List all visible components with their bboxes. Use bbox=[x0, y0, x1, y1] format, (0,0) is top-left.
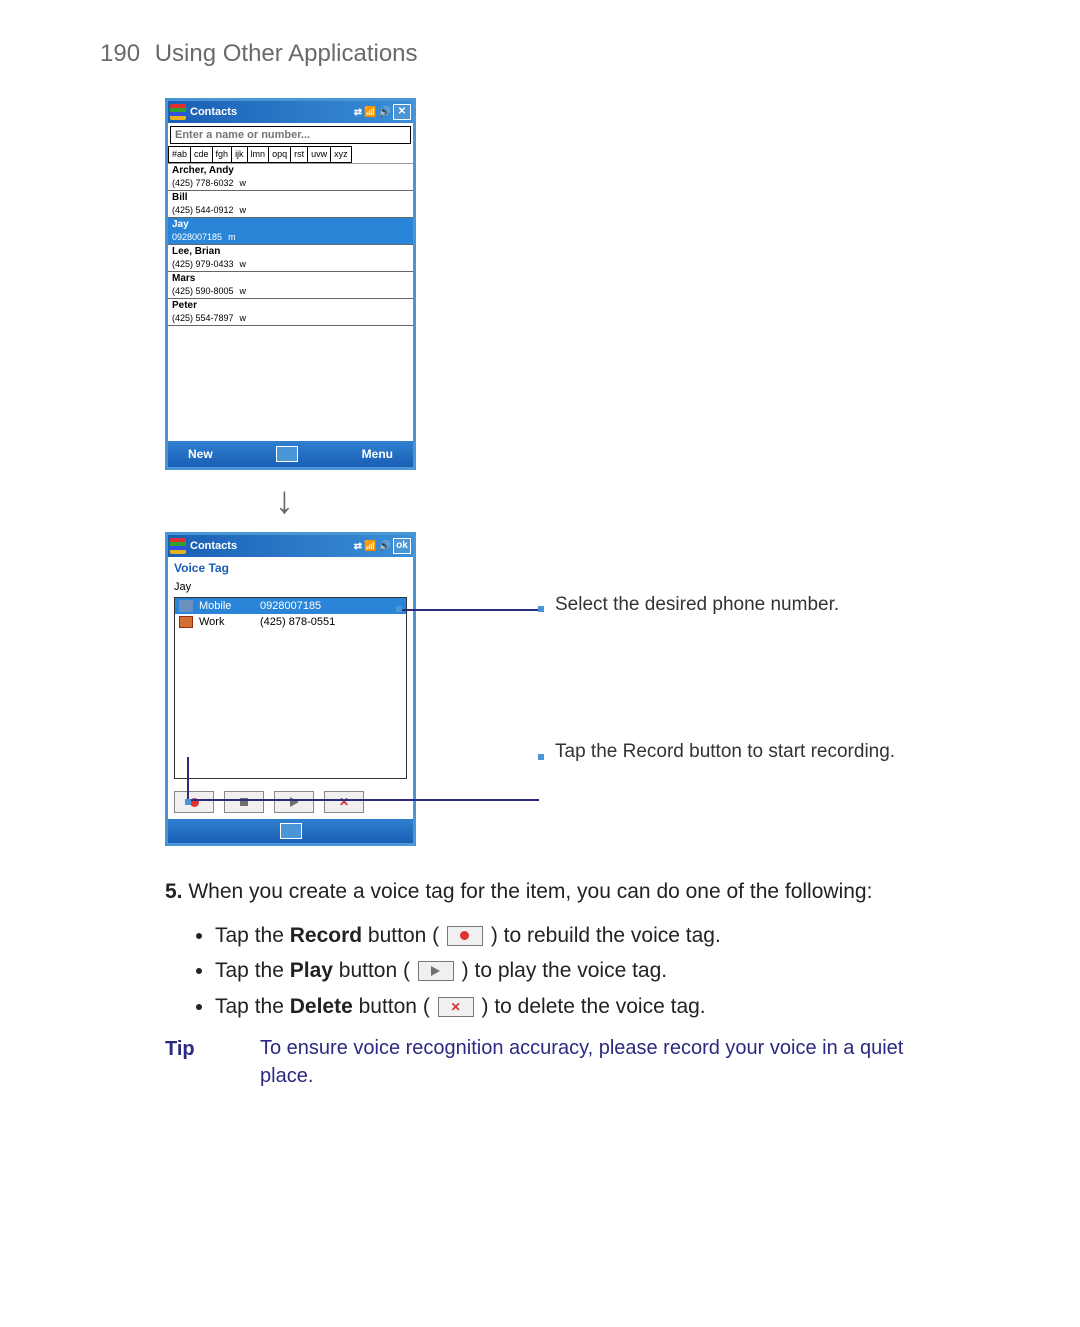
contact-type: w bbox=[240, 286, 247, 296]
titlebar: Contacts ⇄ 📶 🔊 ✕ bbox=[168, 101, 413, 123]
contact-name: Jay bbox=[172, 219, 409, 231]
letter-tab[interactable]: #ab bbox=[168, 146, 190, 163]
bullet-item: Tap the Record button ( ) to rebuild the… bbox=[215, 920, 940, 952]
keyboard-icon[interactable] bbox=[276, 446, 298, 462]
contact-type: w bbox=[240, 178, 247, 188]
number-listbox: Mobile 0928007185 Work (425) 878-0551 bbox=[174, 597, 407, 779]
annotation-line bbox=[400, 609, 540, 611]
contact-name: Mars bbox=[172, 273, 409, 285]
contact-phone: (425) 979-0433w bbox=[172, 258, 409, 270]
contact-row[interactable]: Archer, Andy(425) 778-6032w bbox=[168, 164, 413, 191]
number-label: Mobile bbox=[199, 600, 254, 612]
keyboard-icon[interactable] bbox=[280, 823, 302, 839]
number-value: 0928007185 bbox=[260, 600, 321, 612]
start-flag-icon[interactable] bbox=[170, 104, 186, 120]
contact-name: Archer, Andy bbox=[172, 165, 409, 177]
letter-tab[interactable]: ijk bbox=[231, 146, 247, 163]
contact-phone: (425) 590-8005w bbox=[172, 285, 409, 297]
contacts-screen: Contacts ⇄ 📶 🔊 ✕ #abcdefghijklmnopqrstuv… bbox=[165, 98, 416, 470]
work-icon bbox=[179, 616, 193, 628]
letter-tab[interactable]: fgh bbox=[212, 146, 232, 163]
annotation-tap-record: Tap the Record button to start recording… bbox=[555, 739, 895, 765]
page-number: 190 bbox=[100, 40, 140, 67]
contact-name: Lee, Brian bbox=[172, 246, 409, 258]
signal-icon: 📶 bbox=[364, 541, 376, 552]
play-button-icon bbox=[418, 961, 454, 981]
contact-row[interactable]: Lee, Brian(425) 979-0433w bbox=[168, 245, 413, 272]
delete-button-icon: ✕ bbox=[438, 997, 474, 1017]
annotation-line bbox=[187, 757, 539, 801]
letter-tab[interactable]: opq bbox=[268, 146, 290, 163]
contact-row[interactable]: Peter(425) 554-7897w bbox=[168, 299, 413, 326]
number-entry[interactable]: Mobile 0928007185 bbox=[175, 598, 406, 614]
number-entry[interactable]: Work (425) 878-0551 bbox=[175, 614, 406, 630]
letter-tab[interactable]: uvw bbox=[307, 146, 330, 163]
start-flag-icon[interactable] bbox=[170, 538, 186, 554]
annotation-dot bbox=[538, 606, 544, 612]
contact-phone: 0928007185m bbox=[172, 231, 409, 243]
close-button[interactable]: ✕ bbox=[393, 104, 411, 120]
bullet-list: Tap the Record button ( ) to rebuild the… bbox=[215, 920, 940, 1023]
instruction-block: 5. When you create a voice tag for the i… bbox=[165, 876, 940, 1090]
annotation-dot bbox=[185, 799, 191, 805]
menu-button[interactable]: Menu bbox=[362, 447, 393, 461]
number-value: (425) 878-0551 bbox=[260, 616, 335, 628]
contact-name: Bill bbox=[172, 192, 409, 204]
bullet-item: Tap the Delete button ( ✕ ) to delete th… bbox=[215, 991, 940, 1023]
contact-type: w bbox=[240, 205, 247, 215]
status-icons: ⇄ 📶 🔊 ✕ bbox=[354, 104, 411, 120]
contact-type: w bbox=[240, 313, 247, 323]
annotation-dot bbox=[396, 606, 402, 612]
letter-tab[interactable]: rst bbox=[290, 146, 307, 163]
contact-type: w bbox=[240, 259, 247, 269]
letter-tab[interactable]: lmn bbox=[247, 146, 269, 163]
search-input[interactable] bbox=[170, 126, 411, 144]
contact-phone: (425) 554-7897w bbox=[172, 312, 409, 324]
bullet-item: Tap the Play button ( ) to play the voic… bbox=[215, 955, 940, 987]
step-text: When you create a voice tag for the item… bbox=[188, 880, 872, 903]
bottombar: New Menu bbox=[168, 441, 413, 467]
contact-row[interactable]: Bill(425) 544-0912w bbox=[168, 191, 413, 218]
contact-list: Archer, Andy(425) 778-6032wBill(425) 544… bbox=[168, 164, 413, 326]
titlebar-title: Contacts bbox=[190, 106, 237, 118]
bottombar-2 bbox=[168, 819, 413, 843]
tip-label: Tip bbox=[165, 1034, 260, 1090]
status-icons-2: ⇄ 📶 🔊 ok bbox=[354, 538, 411, 554]
new-button[interactable]: New bbox=[188, 447, 213, 461]
header-title: Using Other Applications bbox=[155, 40, 418, 67]
contact-type: m bbox=[228, 232, 236, 242]
record-button-icon bbox=[447, 926, 483, 946]
voice-tag-subtitle: Voice Tag bbox=[168, 557, 413, 579]
step-number: 5. bbox=[165, 880, 183, 903]
letter-tab[interactable]: cde bbox=[190, 146, 212, 163]
annotation-dot bbox=[538, 754, 544, 760]
letter-tabs: #abcdefghijklmnopqrstuvwxyz bbox=[168, 146, 413, 164]
mobile-icon bbox=[179, 600, 193, 612]
ok-button[interactable]: ok bbox=[393, 538, 411, 554]
letter-tab[interactable]: xyz bbox=[330, 146, 352, 163]
connectivity-icon: ⇄ bbox=[354, 107, 362, 118]
tip-text: To ensure voice recognition accuracy, pl… bbox=[260, 1034, 940, 1090]
contact-name: Peter bbox=[172, 300, 409, 312]
volume-icon: 🔊 bbox=[379, 541, 391, 552]
connectivity-icon: ⇄ bbox=[354, 541, 362, 552]
number-label: Work bbox=[199, 616, 254, 628]
arrow-down-icon: ↓ bbox=[275, 482, 980, 520]
annotation-select-number: Select the desired phone number. bbox=[555, 592, 839, 618]
volume-icon: 🔊 bbox=[379, 107, 391, 118]
contact-phone: (425) 778-6032w bbox=[172, 177, 409, 189]
contact-phone: (425) 544-0912w bbox=[172, 204, 409, 216]
titlebar-title-2: Contacts bbox=[190, 540, 237, 552]
contact-row[interactable]: Mars(425) 590-8005w bbox=[168, 272, 413, 299]
page-header: 190 Using Other Applications bbox=[100, 40, 980, 68]
contact-row[interactable]: Jay0928007185m bbox=[168, 218, 413, 245]
voice-tag-contact-name: Jay bbox=[168, 579, 413, 595]
signal-icon: 📶 bbox=[364, 107, 376, 118]
titlebar-2: Contacts ⇄ 📶 🔊 ok bbox=[168, 535, 413, 557]
